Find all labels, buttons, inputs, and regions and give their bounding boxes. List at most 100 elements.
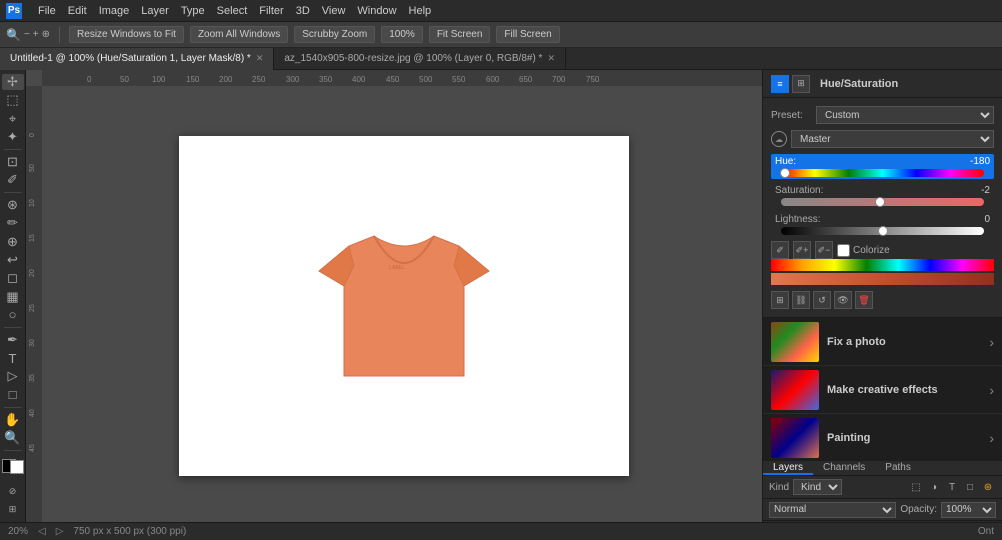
menu-select[interactable]: Select bbox=[217, 5, 248, 17]
canvas-container: LABEL bbox=[179, 136, 629, 476]
hand-tool[interactable]: ✋ bbox=[2, 411, 24, 427]
gradient-tool[interactable]: ▦ bbox=[2, 288, 24, 304]
menu-image[interactable]: Image bbox=[99, 5, 130, 17]
delete-icon[interactable]: 🗑 bbox=[855, 291, 873, 309]
fit-screen-btn[interactable]: Fit Screen bbox=[429, 26, 491, 43]
dodge-tool[interactable]: ○ bbox=[2, 307, 24, 323]
clip-icon[interactable]: ⊞ bbox=[771, 291, 789, 309]
channels-tab[interactable]: Channels bbox=[813, 462, 875, 475]
scrubby-zoom-btn[interactable]: Scrubby Zoom bbox=[294, 26, 375, 43]
suggestion-fix-photo[interactable]: Fix a photo › bbox=[763, 318, 1002, 366]
properties-header: ≡ ⊞ Hue/Saturation bbox=[763, 70, 1002, 98]
preset-select[interactable]: Custom bbox=[816, 106, 994, 124]
channel-select[interactable]: Master bbox=[791, 130, 994, 148]
path-select-tool[interactable]: ▷ bbox=[2, 368, 24, 384]
kind-label: Kind bbox=[769, 482, 789, 493]
painting-label: Painting bbox=[827, 432, 981, 444]
lasso-tool[interactable]: ⌖ bbox=[2, 111, 24, 127]
properties-icon-btn[interactable]: ≡ bbox=[771, 75, 789, 93]
hue-slider-thumb[interactable] bbox=[780, 168, 790, 178]
kind-select[interactable]: Kind bbox=[793, 479, 842, 495]
menu-help[interactable]: Help bbox=[409, 5, 432, 17]
menu-window[interactable]: Window bbox=[357, 5, 396, 17]
move-tool[interactable]: ✢ bbox=[2, 74, 24, 90]
zoom-all-btn[interactable]: Zoom All Windows bbox=[190, 26, 288, 43]
clone-tool[interactable]: ⊕ bbox=[2, 234, 24, 250]
ont-text: Ont bbox=[978, 526, 994, 537]
eraser-tool[interactable]: ◻ bbox=[2, 270, 24, 286]
colorize-checkbox[interactable] bbox=[837, 244, 850, 257]
filter-adjust-icon[interactable]: ◑ bbox=[926, 479, 942, 495]
eyedropper-plus-btn[interactable]: ✐+ bbox=[793, 241, 811, 259]
zoom-tool[interactable]: 🔍 bbox=[2, 430, 24, 446]
hue-slider-track[interactable] bbox=[781, 169, 984, 177]
pen-tool[interactable]: ✒ bbox=[2, 332, 24, 348]
tab-az-label: az_1540x905-800-resize.jpg @ 100% (Layer… bbox=[284, 53, 542, 64]
blend-mode-select[interactable]: Normal bbox=[769, 502, 896, 518]
light-slider-thumb[interactable] bbox=[878, 226, 888, 236]
nav-left-icon[interactable]: ◁ bbox=[38, 526, 46, 537]
light-slider-track[interactable] bbox=[781, 227, 984, 235]
filter-shape-icon[interactable]: □ bbox=[962, 479, 978, 495]
brush-tool[interactable]: ✏ bbox=[2, 215, 24, 231]
tab-untitled[interactable]: Untitled-1 @ 100% (Hue/Saturation 1, Lay… bbox=[0, 48, 274, 70]
history-brush-tool[interactable]: ↩ bbox=[2, 252, 24, 268]
menu-view[interactable]: View bbox=[322, 5, 346, 17]
screen-mode-btn[interactable]: ⊞ bbox=[2, 502, 24, 518]
resize-windows-btn[interactable]: Resize Windows to Fit bbox=[69, 26, 184, 43]
magic-wand-tool[interactable]: ✦ bbox=[2, 129, 24, 145]
marquee-tool[interactable]: ⬚ bbox=[2, 92, 24, 108]
properties-icon-btn2[interactable]: ⊞ bbox=[792, 75, 810, 93]
preset-row: Preset: Custom bbox=[771, 106, 994, 124]
refresh-icon[interactable]: ↺ bbox=[813, 291, 831, 309]
preset-label: Preset: bbox=[771, 110, 816, 121]
eyedropper-tool[interactable]: ✐ bbox=[2, 172, 24, 188]
shape-tool[interactable]: □ bbox=[2, 386, 24, 402]
menu-layer[interactable]: Layer bbox=[141, 5, 169, 17]
menu-edit[interactable]: Edit bbox=[68, 5, 87, 17]
sat-slider-track[interactable] bbox=[781, 198, 984, 206]
hue-row: Hue: -180 bbox=[771, 154, 994, 179]
suggestion-painting[interactable]: Painting › bbox=[763, 414, 1002, 462]
menu-type[interactable]: Type bbox=[181, 5, 205, 17]
eyedropper-minus-btn[interactable]: ✐− bbox=[815, 241, 833, 259]
svg-text:550: 550 bbox=[452, 75, 466, 84]
menu-file[interactable]: File bbox=[38, 5, 56, 17]
crop-tool[interactable]: ⊡ bbox=[2, 154, 24, 170]
opacity-select[interactable]: 100% bbox=[941, 502, 996, 518]
eye-icon[interactable]: 👁 bbox=[834, 291, 852, 309]
menu-3d[interactable]: 3D bbox=[296, 5, 310, 17]
suggestion-creative[interactable]: Make creative effects › bbox=[763, 366, 1002, 414]
colorize-label[interactable]: Colorize bbox=[837, 244, 890, 257]
tshirt-image: LABEL bbox=[289, 191, 519, 421]
svg-text:750: 750 bbox=[586, 75, 600, 84]
svg-text:150: 150 bbox=[186, 75, 200, 84]
creative-arrow: › bbox=[989, 382, 994, 398]
result-bar-row bbox=[771, 273, 994, 285]
filter-pixel-icon[interactable]: ⬚ bbox=[908, 479, 924, 495]
tab-az-close[interactable]: ✕ bbox=[547, 53, 555, 64]
background-color[interactable] bbox=[10, 460, 24, 474]
filter-type-icon[interactable]: T bbox=[944, 479, 960, 495]
100-percent-btn[interactable]: 100% bbox=[381, 26, 423, 43]
eyedropper-btn[interactable]: ✐ bbox=[771, 241, 789, 259]
paths-tab[interactable]: Paths bbox=[875, 462, 921, 475]
menu-bar: Ps File Edit Image Layer Type Select Fil… bbox=[0, 0, 1002, 22]
spot-healing-tool[interactable]: ⊛ bbox=[2, 197, 24, 213]
nav-right-icon[interactable]: ▷ bbox=[56, 526, 64, 537]
tab-az-image[interactable]: az_1540x905-800-resize.jpg @ 100% (Layer… bbox=[274, 48, 566, 70]
zoom-in-icon: + bbox=[33, 29, 39, 40]
link-icon[interactable]: ⛓ bbox=[792, 291, 810, 309]
type-tool[interactable]: T bbox=[2, 350, 24, 366]
layers-tab[interactable]: Layers bbox=[763, 462, 813, 475]
sat-slider-thumb[interactable] bbox=[875, 197, 885, 207]
light-label: Lightness: bbox=[775, 214, 840, 225]
filter-smart-icon[interactable]: ⊛ bbox=[980, 479, 996, 495]
quick-mask-btn[interactable]: ⊘ bbox=[2, 484, 24, 500]
fill-screen-btn[interactable]: Fill Screen bbox=[496, 26, 559, 43]
tab-untitled-close[interactable]: ✕ bbox=[256, 53, 264, 64]
menu-filter[interactable]: Filter bbox=[259, 5, 283, 17]
painting-arrow: › bbox=[989, 430, 994, 446]
color-boxes[interactable] bbox=[2, 459, 24, 474]
hue-sat-panel: Preset: Custom ☁ Master Hue: -180 bbox=[763, 98, 1002, 318]
